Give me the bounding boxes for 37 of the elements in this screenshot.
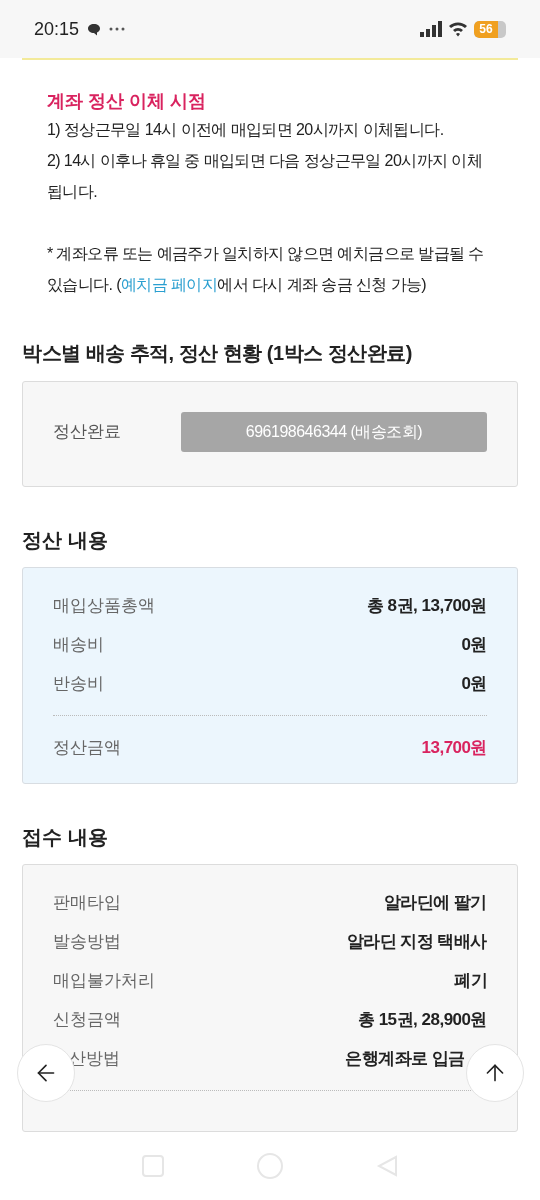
row-label: 매입상품총액 [53, 594, 155, 617]
row-value: 알라딘에 팔기 [383, 891, 487, 914]
back-nav-icon[interactable] [376, 1155, 398, 1177]
row-value: 0원 [461, 633, 487, 656]
row-label: 산방법 [68, 1047, 120, 1070]
home-icon[interactable] [256, 1152, 284, 1180]
row-label: 배송비 [53, 633, 104, 656]
signal-icon [420, 21, 442, 37]
wifi-icon [448, 21, 468, 37]
row-value: 총 8권, 13,700원 [366, 594, 487, 617]
row-value: 총 15권, 28,900원 [357, 1008, 487, 1031]
notice-note: * 계좌오류 또는 예금주가 일치하지 않으면 예치금으로 발급될 수 있습니다. (예치금 페이지에서 다시 계좌 송금 신청 가능) [47, 244, 485, 295]
total-value: 13,700원 [421, 736, 487, 759]
section-title: 박스별 배송 추적, 정산 현황 (1박스 정산완료) [22, 341, 413, 366]
row-label: 판매타입 [53, 891, 121, 914]
notice-text: 1) 정상근무일 14시 이전에 매입되면 20시까지 이체됩니다. [47, 120, 445, 140]
section-title: 정산 내용 [22, 528, 109, 553]
chat-bubble-icon [87, 22, 102, 36]
notice-text: 2) 14시 이후나 휴일 중 매입되면 다음 정상근무일 20시까지 이체됩니다. [47, 151, 484, 202]
notice-title: 계좌 정산 이체 시점 [47, 90, 207, 113]
row-value: 폐기 [454, 969, 487, 992]
row-label: 매입불가처리 [53, 969, 155, 992]
recents-icon[interactable] [142, 1155, 164, 1177]
box-status: 정산완료 [53, 421, 122, 444]
tracking-button[interactable]: 696198646344 (배송조회) [181, 412, 487, 452]
row-label: 반송비 [53, 672, 104, 695]
row-label: 정산금액 [53, 736, 121, 759]
deposit-page-link[interactable]: 예치금 페이지 [121, 276, 218, 293]
row-value: 알라딘 지정 택배사 [346, 930, 487, 953]
clock: 20:15 [34, 17, 80, 41]
battery-level: 56 [474, 20, 498, 38]
row-label: 발송방법 [53, 930, 121, 953]
section-title: 접수 내용 [22, 825, 109, 850]
more-icon [109, 27, 126, 31]
row-label: 신청금액 [53, 1008, 121, 1031]
row-value: 0원 [461, 672, 487, 695]
row-value: 은행계좌로 입금 [345, 1047, 466, 1070]
